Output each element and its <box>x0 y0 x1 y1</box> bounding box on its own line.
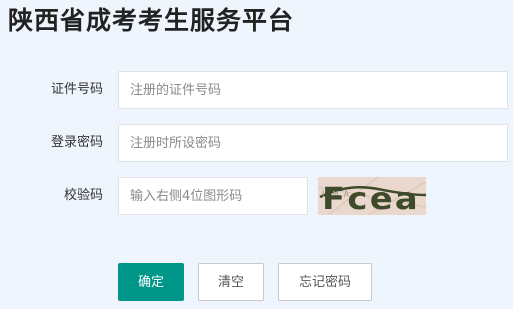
password-row: 登录密码 <box>0 124 513 162</box>
page-title: 陕西省成考考生服务平台 <box>8 6 295 35</box>
captcha-text: Fcea <box>322 182 420 215</box>
clear-button[interactable]: 清空 <box>198 263 264 301</box>
id-number-label: 证件号码 <box>50 82 103 97</box>
captcha-row: 校验码 U M A Fcea <box>0 177 513 215</box>
captcha-image[interactable]: U M A Fcea <box>318 177 426 215</box>
id-number-row: 证件号码 <box>0 71 513 109</box>
captcha-input[interactable] <box>118 177 308 215</box>
captcha-graphic: U M A Fcea <box>318 177 426 215</box>
confirm-button[interactable]: 确定 <box>118 263 184 301</box>
password-input[interactable] <box>118 124 508 162</box>
password-label: 登录密码 <box>50 135 103 150</box>
captcha-label: 校验码 <box>63 188 103 203</box>
id-number-input[interactable] <box>118 71 508 109</box>
forgot-password-button[interactable]: 忘记密码 <box>278 263 372 301</box>
